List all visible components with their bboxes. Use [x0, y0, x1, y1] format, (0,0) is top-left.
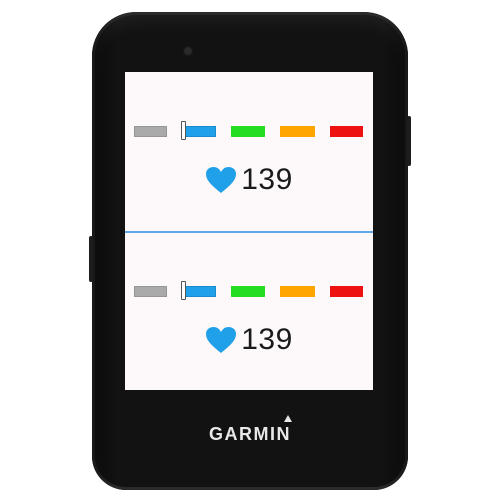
- brand-logo-triangle: [284, 415, 292, 422]
- hr-zone-5-bar: [330, 286, 363, 297]
- side-button-right[interactable]: [407, 116, 411, 166]
- hr-zone-4-bar: [280, 126, 315, 137]
- hr-zone-4-bar: [280, 286, 315, 297]
- hr-zone-marker: [181, 121, 186, 140]
- heart-rate-readout: 139: [125, 160, 373, 200]
- hr-zone-marker: [181, 281, 186, 300]
- hr-zone-2-bar: [184, 126, 216, 137]
- side-button-left[interactable]: [89, 236, 93, 282]
- hr-zone-3-bar: [231, 126, 265, 137]
- heart-rate-readout: 139: [125, 320, 373, 360]
- hr-zone-3-bar: [231, 286, 265, 297]
- heart-rate-value: 139: [241, 163, 293, 196]
- heart-icon: [206, 167, 237, 193]
- brand-logo: GARMIN: [209, 424, 291, 444]
- heart-icon: [206, 327, 237, 353]
- hr-zone-5-bar: [330, 126, 363, 137]
- data-field-bottom[interactable]: 139: [125, 232, 373, 390]
- hr-zone-1-bar: [134, 126, 167, 137]
- data-field-top[interactable]: 139: [125, 72, 373, 230]
- light-sensor: [183, 46, 193, 56]
- hr-zone-2-bar: [184, 286, 216, 297]
- hr-zone-1-bar: [134, 286, 167, 297]
- heart-rate-value: 139: [241, 323, 293, 356]
- display-screen: 139 139: [125, 72, 373, 390]
